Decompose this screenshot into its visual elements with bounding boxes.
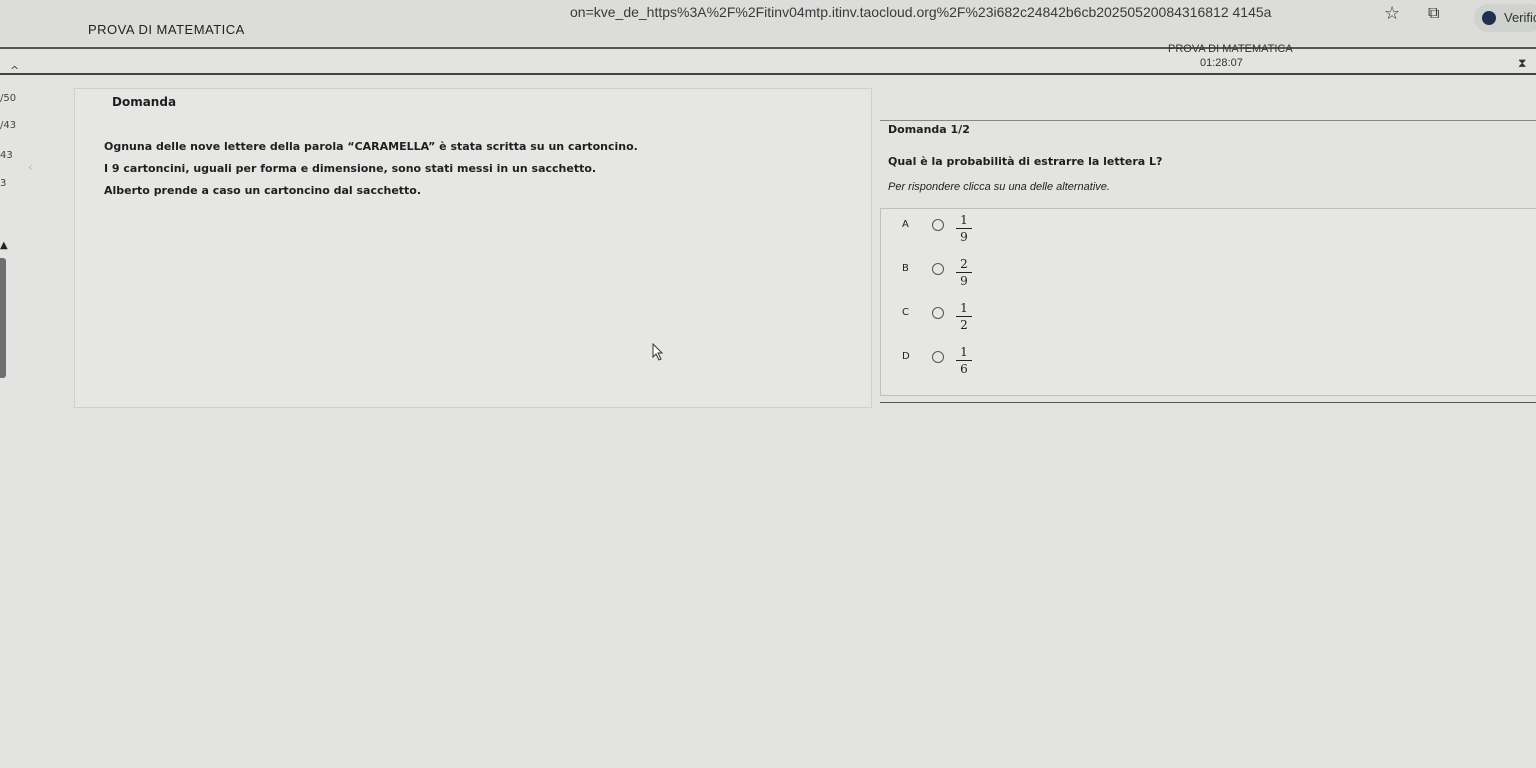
avatar — [1482, 11, 1496, 25]
question-label: Domanda 1/2 — [888, 123, 970, 136]
fraction: 1 6 — [956, 345, 972, 376]
radio-button[interactable] — [932, 351, 944, 363]
question-divider — [880, 120, 1536, 121]
profile-label: Verific — [1504, 10, 1536, 25]
radio-button[interactable] — [932, 307, 944, 319]
radio-button[interactable] — [932, 263, 944, 275]
header-divider — [0, 47, 1536, 49]
nav-item[interactable]: 3 — [0, 178, 6, 189]
fraction-bar — [956, 316, 972, 317]
stimulus-paragraph: Ognuna delle nove lettere della parola “… — [104, 140, 638, 153]
choice-letter: A — [902, 219, 909, 230]
fraction-bar — [956, 272, 972, 273]
fraction-denominator: 9 — [960, 230, 968, 244]
choice-c[interactable]: C 1 2 — [900, 301, 1000, 341]
choice-d[interactable]: D 1 6 — [900, 345, 1000, 385]
choice-letter: C — [902, 307, 909, 318]
hourglass-icon: ⧗ — [1518, 56, 1527, 70]
choice-letter: D — [902, 351, 910, 362]
profile-button[interactable]: Verific — [1474, 4, 1536, 32]
fraction-denominator: 6 — [960, 362, 968, 376]
nav-item[interactable]: 43 — [0, 150, 13, 161]
fraction-numerator: 1 — [960, 301, 968, 315]
app-title: PROVA DI MATEMATICA — [88, 22, 245, 37]
timer: 01:28:07 — [1200, 57, 1243, 69]
question-instruction: Per rispondere clicca su una delle alter… — [888, 181, 1110, 193]
fraction-numerator: 1 — [960, 345, 968, 359]
fraction-bar — [956, 228, 972, 229]
choice-b[interactable]: B 2 9 — [900, 257, 1000, 297]
stimulus-paragraph: Alberto prende a caso un cartoncino dal … — [104, 184, 422, 197]
stimulus-panel — [74, 88, 872, 408]
fraction: 1 2 — [956, 301, 972, 332]
stimulus-paragraph: I 9 cartoncini, uguali per forma e dimen… — [104, 162, 597, 175]
nav-item[interactable]: /43 — [0, 120, 16, 131]
choice-a[interactable]: A 1 9 — [900, 213, 1000, 253]
stimulus-heading: Domanda — [112, 95, 177, 109]
choice-letter: B — [902, 263, 909, 274]
mouse-cursor-icon — [652, 343, 664, 361]
triangle-up-icon[interactable]: ▲ — [0, 240, 8, 251]
fraction-denominator: 2 — [960, 318, 968, 332]
star-icon[interactable]: ☆ — [1384, 3, 1400, 24]
fraction-bar — [956, 360, 972, 361]
browser-toolbar: on=kve_de_https%3A%2F%2Fitinv04mtp.itinv… — [0, 0, 1536, 46]
scrollbar[interactable] — [0, 258, 6, 378]
extension-icon[interactable]: ⧉ — [1428, 3, 1439, 23]
fraction: 1 9 — [956, 213, 972, 244]
fraction-denominator: 9 — [960, 274, 968, 288]
question-divider-bottom — [880, 402, 1536, 403]
question-text: Qual è la probabilità di estrarre la let… — [888, 155, 1163, 168]
fraction-numerator: 2 — [960, 257, 968, 271]
chevron-left-icon[interactable]: ‹ — [28, 160, 33, 174]
nav-item[interactable]: /50 — [0, 93, 16, 104]
radio-button[interactable] — [932, 219, 944, 231]
fraction-numerator: 1 — [960, 213, 968, 227]
test-name: PROVA DI MATEMATICA — [1168, 43, 1293, 55]
header-divider-2 — [0, 73, 1536, 75]
collapse-up-icon[interactable]: ^ — [10, 64, 19, 77]
fraction: 2 9 — [956, 257, 972, 288]
address-bar-url[interactable]: on=kve_de_https%3A%2F%2Fitinv04mtp.itinv… — [570, 4, 1271, 20]
